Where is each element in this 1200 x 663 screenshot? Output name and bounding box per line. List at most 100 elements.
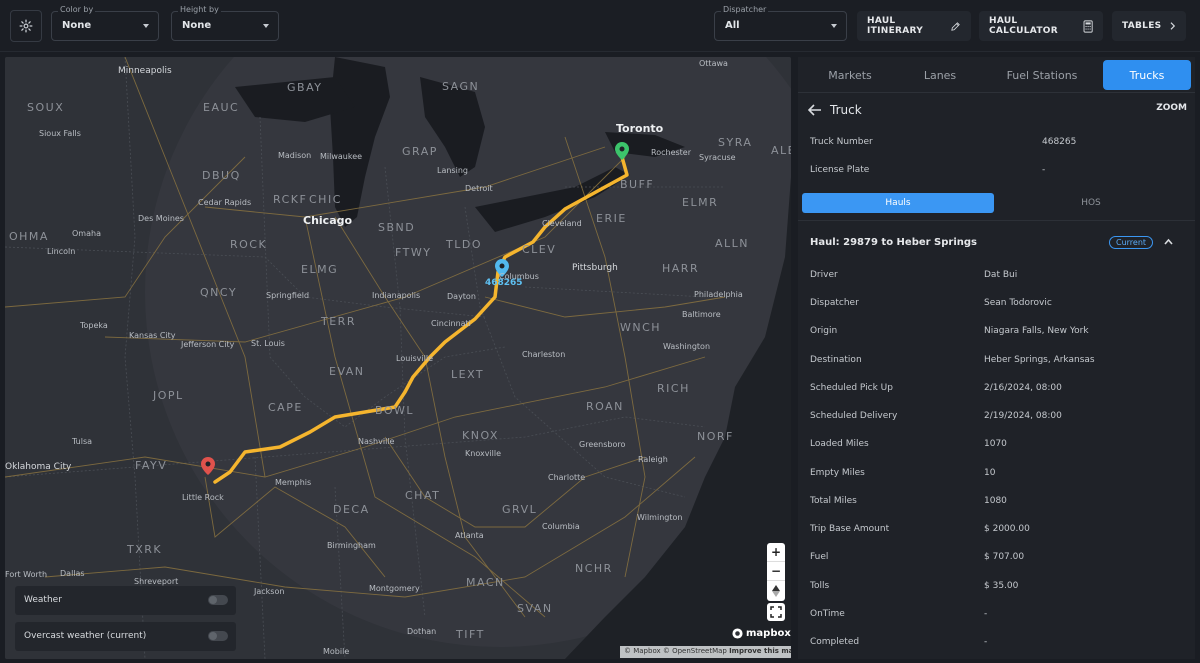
map-city-label: Fort Worth [5, 570, 48, 579]
height-by-label: Height by [178, 5, 221, 14]
divider [798, 220, 1195, 221]
map-city-label: Dothan [407, 627, 437, 636]
zoom-in-button[interactable]: + [767, 543, 785, 562]
trip-base-amount-value: $ 2000.00 [984, 524, 1030, 534]
map-region-label: BUFF [620, 178, 655, 191]
truck-number-value: 468265 [1042, 137, 1077, 147]
status-badge: Current [1109, 236, 1154, 249]
trip-base-amount-label: Trip Base Amount [810, 524, 890, 534]
haul-itinerary-button[interactable]: HAUL ITINERARY [857, 11, 971, 41]
tab-fuel-stations[interactable]: Fuel Stations [998, 60, 1086, 90]
back-arrow-icon[interactable] [808, 104, 822, 116]
map-region-label: NCHR [575, 562, 613, 575]
zoom-to-truck-button[interactable]: ZOOM [1156, 103, 1187, 113]
fuel-label: Fuel [810, 552, 829, 562]
overcast-weather-toggle[interactable]: Overcast weather (current) [15, 622, 236, 651]
color-by-select[interactable]: Color by None [51, 5, 159, 41]
map-city-label: Washington [663, 342, 711, 351]
dispatcher-select[interactable]: Dispatcher All [714, 5, 847, 41]
loaded-miles-value: 1070 [984, 439, 1007, 449]
map-region-label: RCKF [273, 193, 308, 206]
map-region-label: TLDO [446, 238, 482, 251]
truck-panel: Markets Lanes Fuel Stations Trucks Truck… [798, 57, 1195, 659]
map-city-label: Montgomery [369, 584, 420, 593]
map-region-label: OHMA [9, 230, 49, 243]
empty-miles-label: Empty Miles [810, 468, 865, 478]
fuel-value: $ 707.00 [984, 552, 1025, 562]
map-city-label: Milwaukee [320, 152, 363, 161]
scheduled-delivery-value: 2/19/2024, 08:00 [984, 411, 1062, 421]
height-by-value: None [182, 20, 212, 31]
map-city-label: Tulsa [72, 437, 93, 446]
map-region-label: NORF [697, 430, 734, 443]
fullscreen-button[interactable] [767, 603, 785, 621]
completed-value: - [984, 637, 988, 647]
map-region-label: SYRA [718, 136, 753, 149]
chevron-right-icon [1170, 22, 1176, 30]
loaded-miles-label: Loaded Miles [810, 439, 869, 449]
map-region-label: TIFT [456, 628, 485, 641]
tolls-label: Tolls [810, 581, 830, 591]
weather-toggle[interactable]: Weather [15, 586, 236, 615]
attribution-text[interactable]: © Mapbox © OpenStreetMap [624, 647, 727, 655]
map-region-label: SVAN [517, 602, 553, 615]
map-city-label: Indianapolis [372, 291, 421, 300]
map-city-label: Raleigh [638, 455, 668, 464]
settings-button[interactable] [10, 10, 42, 42]
subtab-hauls[interactable]: Hauls [802, 193, 994, 213]
map-city-label: Rochester [651, 148, 691, 157]
map-city-label: Chicago [303, 214, 353, 227]
map-region-label: CLEV [522, 243, 557, 256]
tables-button[interactable]: TABLES [1112, 11, 1186, 41]
mapbox-logo: mapbox [732, 628, 791, 639]
height-by-select[interactable]: Height by None [171, 5, 279, 41]
origin-value: Niagara Falls, New York [984, 326, 1089, 336]
driver-label: Driver [810, 270, 838, 280]
weather-toggle-label: Weather [24, 595, 62, 605]
weather-switch[interactable] [208, 595, 228, 605]
total-miles-value: 1080 [984, 496, 1007, 506]
haul-calculator-label: HAUL CALCULATOR [989, 16, 1058, 36]
tab-markets[interactable]: Markets [806, 60, 894, 90]
mapbox-logo-text: mapbox [746, 628, 791, 639]
mapbox-icon [732, 628, 743, 639]
map-region-label: CAPE [268, 401, 303, 414]
map-city-label: Kansas City [129, 331, 176, 340]
tables-label: TABLES [1122, 21, 1162, 31]
map-region-label: GBAY [287, 81, 323, 94]
empty-miles-value: 10 [984, 468, 996, 478]
chevron-up-icon[interactable] [1164, 238, 1173, 245]
map-region-label: SBND [378, 221, 416, 234]
ontime-label: OnTime [810, 609, 845, 619]
map-region-label: TERR [321, 315, 356, 328]
map-region-label: ERIE [596, 212, 627, 225]
destination-value: Heber Springs, Arkansas [984, 355, 1095, 365]
map-city-label: Syracuse [699, 153, 736, 162]
map-view[interactable]: SOUX EAUC GBAY SAGN OHMA DBUQ RCKF CHIC … [5, 57, 791, 659]
map-city-label: Lincoln [47, 247, 76, 256]
overcast-switch[interactable] [208, 631, 228, 641]
map-region-label: CHAT [405, 489, 441, 502]
tab-trucks[interactable]: Trucks [1103, 60, 1191, 90]
compass-button[interactable] [767, 581, 785, 600]
dispatcher-label: Dispatcher [721, 5, 769, 14]
improve-map-link[interactable]: Improve this map [729, 647, 791, 655]
map-region-label: ALB [771, 144, 791, 157]
tab-lanes[interactable]: Lanes [896, 60, 984, 90]
map-region-label: CHIC [309, 193, 342, 206]
haul-calculator-button[interactable]: HAUL CALCULATOR [979, 11, 1103, 41]
map-region-label: FAYV [135, 459, 168, 472]
expand-icon [770, 606, 782, 618]
map-region-label: KNOX [462, 429, 499, 442]
map-city-label: Lansing [437, 166, 468, 175]
license-plate-label: License Plate [810, 165, 870, 175]
map-city-label: Minneapolis [118, 66, 172, 76]
map-region-label: FTWY [395, 246, 432, 259]
map-region-label: SOUX [27, 101, 65, 114]
subtab-hos[interactable]: HOS [995, 193, 1187, 213]
map-region-label: JOPL [153, 389, 184, 402]
zoom-out-button[interactable]: − [767, 562, 785, 581]
total-miles-label: Total Miles [810, 496, 857, 506]
panel-tabs: Markets Lanes Fuel Stations Trucks [798, 57, 1195, 93]
color-by-label: Color by [58, 5, 96, 14]
